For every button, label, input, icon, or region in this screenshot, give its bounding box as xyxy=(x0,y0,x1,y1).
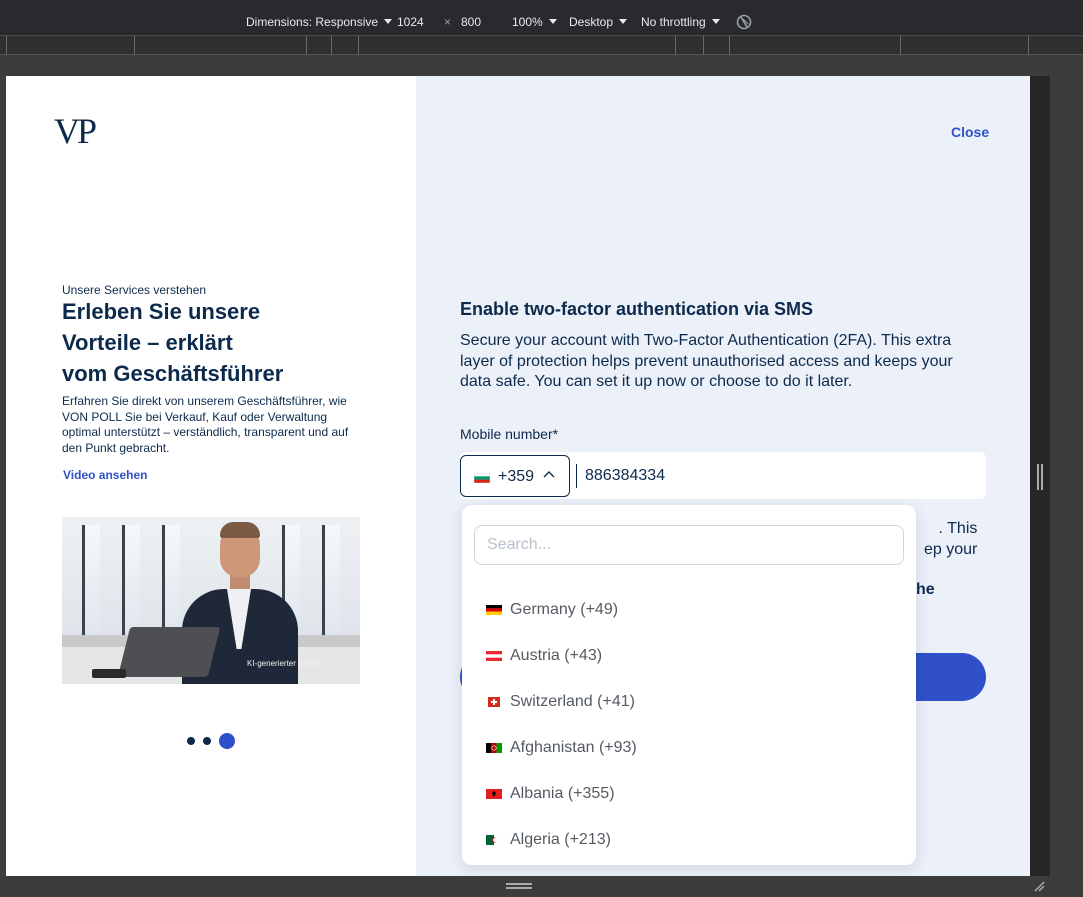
media-query-ruler xyxy=(0,36,1083,55)
page-viewport: VP Unsere Services verstehen Erleben Sie… xyxy=(6,76,1030,876)
rotate-icon[interactable] xyxy=(735,13,753,31)
country-option-label: Austria (+43) xyxy=(510,647,603,664)
partially-hidden-bold-text: he xyxy=(916,581,935,598)
country-option-albania[interactable]: Albania (+355) xyxy=(462,775,916,815)
chevron-down-icon xyxy=(384,19,393,24)
modal-title: Enable two-factor authentication via SMS xyxy=(460,299,814,319)
resize-handle-right[interactable] xyxy=(1037,464,1043,490)
ruler-mark xyxy=(703,36,704,55)
bulgaria-flag-icon xyxy=(474,473,490,483)
video-thumbnail[interactable]: KI-generierter Inhalt xyxy=(62,517,360,684)
zoom-label: 100% xyxy=(512,15,543,29)
country-option-label: Afghanistan (+93) xyxy=(510,739,637,756)
chevron-down-icon xyxy=(548,19,557,24)
country-option-label: Germany (+49) xyxy=(510,601,619,618)
resize-handle-bottom[interactable] xyxy=(506,883,532,889)
country-dropdown: Germany (+49) Austria (+43) Switzerland … xyxy=(462,505,916,865)
country-option-germany[interactable]: Germany (+49) xyxy=(462,591,916,631)
width-input[interactable]: 1024 xyxy=(397,15,424,29)
carousel-dot[interactable] xyxy=(203,737,211,745)
ruler-mark xyxy=(900,36,901,55)
headline-line: Vorteile – erklärt xyxy=(62,330,233,355)
device-label: Desktop xyxy=(569,15,614,29)
laptop xyxy=(117,627,221,677)
ruler-mark xyxy=(358,36,359,55)
austria-flag-icon xyxy=(486,651,502,661)
country-option-austria[interactable]: Austria (+43) xyxy=(462,637,916,677)
afghanistan-flag-icon xyxy=(486,743,502,753)
headline-line: Erleben Sie unsere xyxy=(62,299,261,324)
close-button[interactable]: Close xyxy=(951,124,989,140)
ruler-mark xyxy=(306,36,307,55)
phone-number-input[interactable] xyxy=(576,464,876,488)
window-frame xyxy=(322,525,340,635)
dial-code: +359 xyxy=(498,468,535,485)
ruler-mark xyxy=(1028,36,1029,55)
chevron-down-icon xyxy=(711,19,720,24)
country-option-algeria[interactable]: Algeria (+213) xyxy=(462,821,916,861)
country-search-input[interactable] xyxy=(474,525,904,565)
window-frame xyxy=(82,525,100,635)
carousel-dot[interactable] xyxy=(187,737,195,745)
ruler-mark xyxy=(6,36,7,55)
country-code-select[interactable]: +359 xyxy=(460,455,570,497)
description: Erfahren Sie direkt von unserem Geschäft… xyxy=(62,394,349,455)
dimensions-dropdown[interactable]: Dimensions: Responsive xyxy=(246,15,393,29)
video-link[interactable]: Video ansehen xyxy=(63,468,147,482)
ai-content-caption: KI-generierter Inhalt xyxy=(247,659,318,668)
chevron-up-icon xyxy=(543,471,555,478)
ruler-mark xyxy=(675,36,676,55)
partial-text-line: . This xyxy=(938,520,978,537)
dimensions-label: Dimensions: Responsive xyxy=(246,15,379,29)
left-panel: VP Unsere Services verstehen Erleben Sie… xyxy=(6,76,416,876)
phone-field: +359 xyxy=(460,452,986,499)
zoom-dropdown[interactable]: 100% xyxy=(512,15,557,29)
country-option-label: Albania (+355) xyxy=(510,785,615,802)
eyebrow-text: Unsere Services verstehen xyxy=(62,283,207,297)
times-sign: × xyxy=(444,15,452,29)
partial-text-line: ep your xyxy=(924,541,978,558)
algeria-flag-icon xyxy=(486,835,502,845)
ruler-mark xyxy=(134,36,135,55)
country-option-label: Switzerland (+41) xyxy=(510,693,635,710)
carousel-dot-active[interactable] xyxy=(219,733,235,749)
throttling-label: No throttling xyxy=(641,15,706,29)
phone-on-desk xyxy=(92,669,126,678)
country-option-switzerland[interactable]: Switzerland (+41) xyxy=(462,683,916,723)
germany-flag-icon xyxy=(486,605,502,615)
ruler-mark xyxy=(729,36,730,55)
window-frame xyxy=(122,525,140,635)
device-dropdown[interactable]: Desktop xyxy=(569,15,628,29)
headline: Erleben Sie unsere Vorteile – erklärt vo… xyxy=(62,296,362,389)
headline-line: vom Geschäftsführer xyxy=(62,361,284,386)
logo: VP xyxy=(54,111,97,151)
country-option-afghanistan[interactable]: Afghanistan (+93) xyxy=(462,729,916,769)
height-input[interactable]: 800 xyxy=(461,15,481,29)
person-hair xyxy=(220,522,260,538)
country-option-label: Algeria (+213) xyxy=(510,831,611,848)
chevron-down-icon xyxy=(619,19,628,24)
albania-flag-icon xyxy=(486,789,502,799)
throttling-dropdown[interactable]: No throttling xyxy=(641,15,720,29)
mobile-number-label: Mobile number* xyxy=(460,426,559,442)
window-frame xyxy=(162,525,180,635)
switzerland-flag-icon xyxy=(488,697,500,707)
partially-hidden-text: . This ep your xyxy=(924,518,977,560)
modal-subtitle: Secure your account with Two-Factor Auth… xyxy=(460,332,953,390)
devtools-toolbar: Dimensions: Responsive 1024 × 800 100% D… xyxy=(0,0,1083,36)
ruler-mark xyxy=(331,36,332,55)
resize-corner-icon[interactable] xyxy=(1033,880,1045,892)
